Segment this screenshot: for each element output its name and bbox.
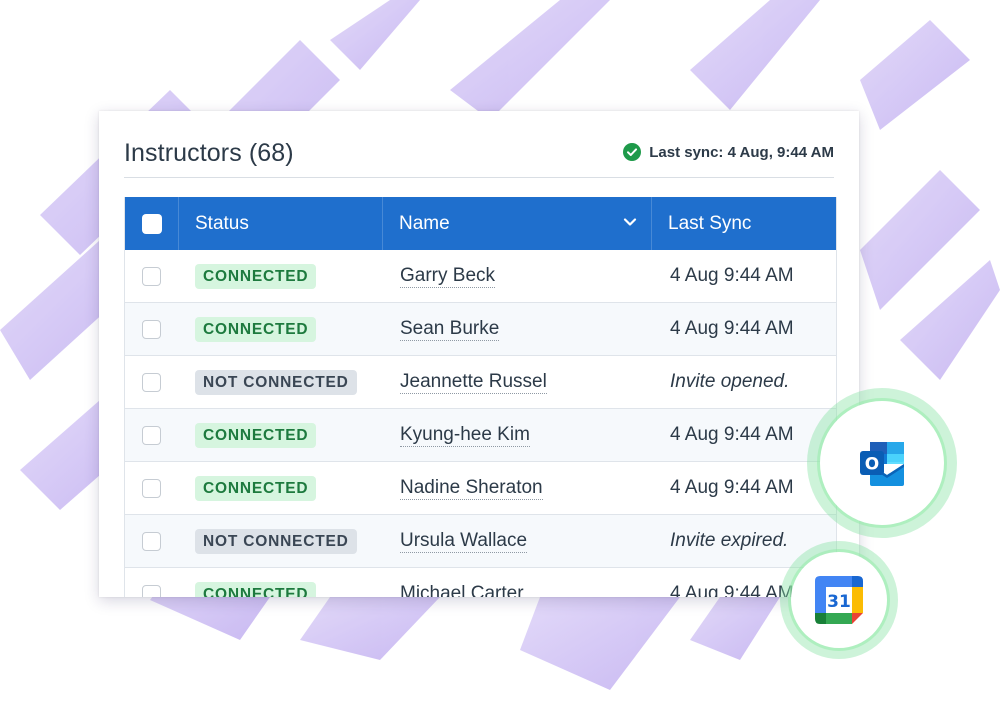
outlook-integration-badge: O xyxy=(807,388,957,538)
column-header-label: Name xyxy=(399,212,450,234)
row-checkbox[interactable] xyxy=(142,266,161,286)
instructors-table: Status Name Last Sync CONNECTED Garry Be… xyxy=(124,197,837,597)
table-row[interactable]: CONNECTED Sean Burke 4 Aug 9:44 AM xyxy=(125,303,836,356)
table-row[interactable]: NOT CONNECTED Ursula Wallace Invite expi… xyxy=(125,515,836,568)
table-row[interactable]: NOT CONNECTED Jeannette Russel Invite op… xyxy=(125,356,836,409)
column-header-status[interactable]: Status xyxy=(178,197,382,250)
table-row[interactable]: CONNECTED Kyung-hee Kim 4 Aug 9:44 AM xyxy=(125,409,836,462)
title-divider xyxy=(124,177,834,178)
outlook-glyph: O xyxy=(865,455,879,475)
instructor-name[interactable]: Jeannette Russel xyxy=(400,371,547,394)
outlook-logo-icon: O xyxy=(860,442,904,486)
check-circle-icon xyxy=(623,143,642,161)
google-calendar-logo-icon: 31 xyxy=(815,576,863,624)
select-all-checkbox[interactable] xyxy=(141,213,162,234)
google-calendar-integration-badge: 31 xyxy=(780,541,898,659)
status-badge: NOT CONNECTED xyxy=(195,369,357,395)
last-sync-text: Last sync: 4 Aug, 9:44 AM xyxy=(649,143,834,161)
select-all-cell xyxy=(125,197,178,250)
instructor-name[interactable]: Sean Burke xyxy=(400,318,500,341)
status-badge: CONNECTED xyxy=(195,263,317,289)
status-badge: CONNECTED xyxy=(195,581,317,597)
last-sync-status: Last sync: 4 Aug, 9:44 AM xyxy=(623,143,834,161)
row-checkbox[interactable] xyxy=(142,531,161,551)
column-header-label: Status xyxy=(195,212,249,234)
row-checkbox[interactable] xyxy=(142,584,161,597)
column-header-name[interactable]: Name xyxy=(382,197,651,250)
instructor-name[interactable]: Nadine Sheraton xyxy=(400,477,543,500)
column-header-label: Last Sync xyxy=(668,212,752,234)
chevron-down-icon[interactable] xyxy=(623,215,637,229)
row-checkbox[interactable] xyxy=(142,319,161,339)
last-sync-value: 4 Aug 9:44 AM xyxy=(670,318,794,339)
status-badge: CONNECTED xyxy=(195,422,317,448)
instructor-name[interactable]: Garry Beck xyxy=(400,265,496,288)
last-sync-value: 4 Aug 9:44 AM xyxy=(670,265,794,286)
status-badge: NOT CONNECTED xyxy=(195,528,357,554)
table-row[interactable]: CONNECTED Nadine Sheraton 4 Aug 9:44 AM xyxy=(125,462,836,515)
last-sync-value: 4 Aug 9:44 AM xyxy=(670,424,794,445)
status-badge: CONNECTED xyxy=(195,316,317,342)
row-checkbox[interactable] xyxy=(142,372,161,392)
instructor-name[interactable]: Kyung-hee Kim xyxy=(400,424,530,447)
table-row[interactable]: CONNECTED Garry Beck 4 Aug 9:44 AM xyxy=(125,250,836,303)
last-sync-value: Invite opened. xyxy=(670,371,790,392)
status-badge: CONNECTED xyxy=(195,475,317,501)
instructor-name[interactable]: Michael Carter xyxy=(400,583,524,597)
page-title: Instructors (68) xyxy=(124,139,294,167)
row-checkbox[interactable] xyxy=(142,478,161,498)
calendar-glyph: 31 xyxy=(827,592,851,612)
table-row[interactable]: CONNECTED Michael Carter 4 Aug 9:44 AM xyxy=(125,568,836,597)
row-checkbox[interactable] xyxy=(142,425,161,445)
instructors-card: Instructors (68) Last sync: 4 Aug, 9:44 … xyxy=(99,111,859,597)
table-header: Status Name Last Sync xyxy=(125,197,836,250)
column-header-last-sync[interactable]: Last Sync xyxy=(651,197,836,250)
instructor-name[interactable]: Ursula Wallace xyxy=(400,530,528,553)
